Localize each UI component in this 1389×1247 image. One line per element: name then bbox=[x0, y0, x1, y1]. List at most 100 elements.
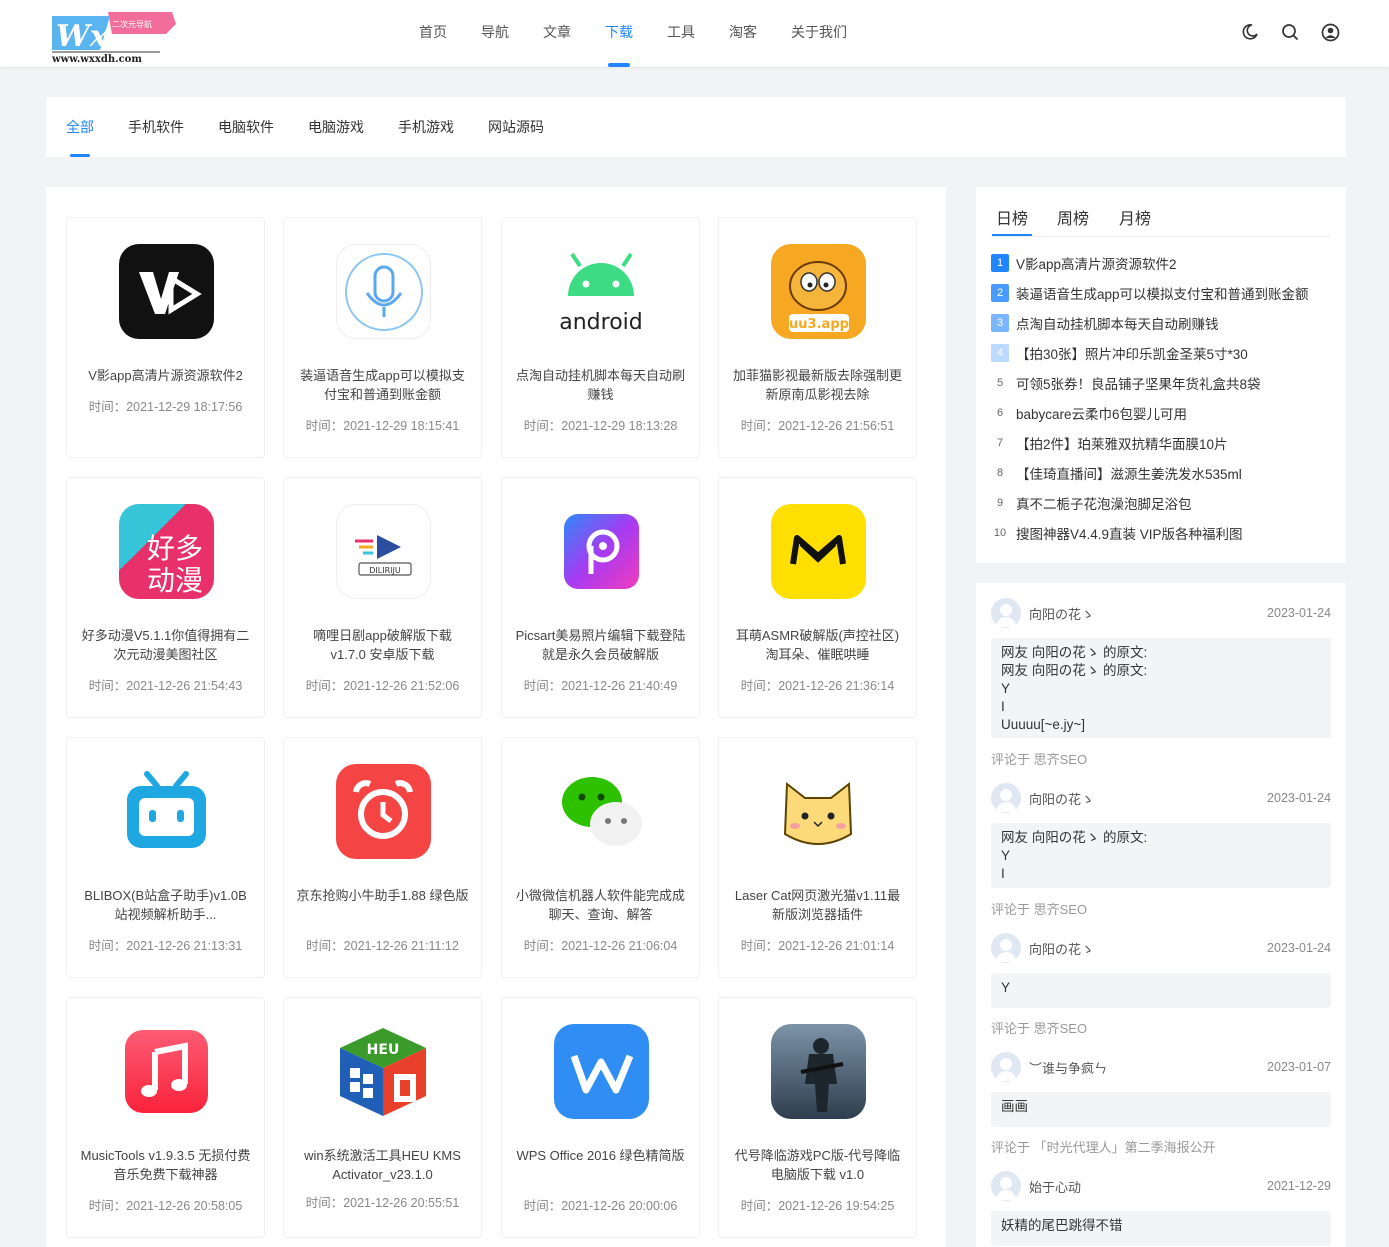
avatar[interactable] bbox=[991, 933, 1021, 963]
nav-navigation[interactable]: 导航 bbox=[464, 0, 526, 67]
main-nav: 首页 导航 文章 下载 工具 淘客 关于我们 bbox=[402, 0, 864, 67]
download-card[interactable]: 京东抢购小牛助手1.88 绿色版 时间：2021-12-26 21:11:12 bbox=[283, 737, 482, 978]
comment-date: 2023-01-24 bbox=[1267, 791, 1331, 805]
comment-header: 向阳の花ゝ 2023-01-24 bbox=[991, 598, 1331, 628]
download-card[interactable]: MusicTools v1.9.3.5 无损付费音乐免费下载神器 时间：2021… bbox=[66, 997, 265, 1238]
wechat-icon bbox=[554, 764, 649, 859]
wps-icon bbox=[554, 1024, 649, 1119]
svg-text:二次元导航: 二次元导航 bbox=[112, 19, 152, 29]
rank-item[interactable]: 10 搜图神器V4.4.9直装 VIP版各种福利图 bbox=[991, 523, 1243, 543]
nav-taoke[interactable]: 淘客 bbox=[712, 0, 774, 67]
comment-header: 始于心动 2021-12-29 bbox=[991, 1171, 1331, 1201]
recent-comments: 向阳の花ゝ 2023-01-24 网友 向阳の花ゝ 的原文: 网友 向阳の花ゝ … bbox=[976, 583, 1346, 1247]
download-card[interactable]: DILIRIJU 嘀哩日剧app破解版下载v1.7.0 安卓版下载 时间：202… bbox=[283, 477, 482, 718]
svg-text:www.wxxdh.com: www.wxxdh.com bbox=[51, 54, 142, 64]
tab-mobile-software[interactable]: 手机软件 bbox=[128, 97, 184, 157]
android-icon: android bbox=[554, 244, 649, 339]
picsart-icon bbox=[554, 504, 649, 599]
avatar[interactable] bbox=[991, 783, 1021, 813]
play-icon: DILIRIJU bbox=[336, 504, 431, 599]
site-header: Wxx 二次元导航 www.wxxdh.com 首页 导航 文章 下载 工具 淘… bbox=[0, 0, 1389, 67]
tab-pc-software[interactable]: 电脑软件 bbox=[218, 97, 274, 157]
rank-item[interactable]: 9 真不二栀子花泡澡泡脚足浴包 bbox=[991, 493, 1192, 513]
comment-author[interactable]: 始于心动 bbox=[1029, 1177, 1267, 1196]
soldier-icon bbox=[771, 1024, 866, 1119]
download-card[interactable]: WPS Office 2016 绿色精简版 时间：2021-12-26 20:0… bbox=[501, 997, 700, 1238]
svg-text:动漫: 动漫 bbox=[147, 564, 203, 597]
site-logo[interactable]: Wxx 二次元导航 www.wxxdh.com bbox=[50, 10, 180, 65]
rank-item[interactable]: 7 【拍2件】珀莱雅双抗精华面膜10片 bbox=[991, 433, 1228, 453]
comment-target[interactable]: 评论于 思齐SEO bbox=[991, 749, 1087, 768]
tab-weekly[interactable]: 周榜 bbox=[1057, 205, 1089, 229]
comment-author[interactable]: 向阳の花ゝ bbox=[1029, 789, 1267, 808]
rank-tabs: 日榜 周榜 月榜 bbox=[991, 187, 1331, 237]
download-card[interactable]: Laser Cat网页激光猫v1.11最新版浏览器插件 时间：2021-12-2… bbox=[718, 737, 917, 978]
rank-item[interactable]: 2 装逼语音生成app可以模拟支付宝和普通到账金额 bbox=[991, 283, 1309, 303]
search-icon[interactable] bbox=[1279, 21, 1301, 43]
heu-kms-icon: HEU bbox=[336, 1024, 431, 1119]
download-card[interactable]: uu3.app 加菲猫影视最新版去除强制更新原南瓜影视去除 时间：2021-12… bbox=[718, 217, 917, 458]
tab-mobile-games[interactable]: 手机游戏 bbox=[398, 97, 454, 157]
tab-daily[interactable]: 日榜 bbox=[991, 205, 1033, 236]
bilibili-icon bbox=[119, 764, 214, 859]
download-card[interactable]: BLIBOX(B站盒子助手)v1.0B站视频解析助手... 时间：2021-12… bbox=[66, 737, 265, 978]
rank-item[interactable]: 3 点淘自动挂机脚本每天自动刷赚钱 bbox=[991, 313, 1219, 333]
rank-item[interactable]: 1 V影app高清片源资源软件2 bbox=[991, 253, 1177, 273]
comment-target[interactable]: 评论于 思齐SEO bbox=[991, 1018, 1087, 1037]
download-card[interactable]: 耳萌ASMR破解版(声控社区)淘耳朵、催眠哄睡 时间：2021-12-26 21… bbox=[718, 477, 917, 718]
rank-item[interactable]: 6 babycare云柔巾6包婴儿可用 bbox=[991, 403, 1187, 423]
download-card[interactable]: android 点淘自动挂机脚本每天自动刷赚钱 时间：2021-12-29 18… bbox=[501, 217, 700, 458]
download-card[interactable]: 好多 动漫 好多动漫V5.1.1你值得拥有二次元动漫美图社区 时间：2021-12… bbox=[66, 477, 265, 718]
comment-date: 2023-01-07 bbox=[1267, 1060, 1331, 1074]
nav-articles[interactable]: 文章 bbox=[526, 0, 588, 67]
rank-item[interactable]: 4 【拍30张】照片冲印乐凯金圣莱5寸*30 bbox=[991, 343, 1248, 363]
download-card[interactable]: 小微微信机器人软件能完成成聊天、查询、解答 时间：2021-12-26 21:0… bbox=[501, 737, 700, 978]
avatar[interactable] bbox=[991, 598, 1021, 628]
download-card[interactable]: Picsart美易照片编辑下载登陆就是永久会员破解版 时间：2021-12-26… bbox=[501, 477, 700, 718]
comment-header: ︶谁与争疯ㄣ 2023-01-07 bbox=[991, 1052, 1331, 1082]
avatar[interactable] bbox=[991, 1171, 1021, 1201]
download-list: V影app高清片源资源软件2 时间：2021-12-29 18:17:56 装逼… bbox=[46, 187, 946, 1247]
svg-text:HEU: HEU bbox=[367, 1042, 400, 1058]
svg-text:DILIRIJU: DILIRIJU bbox=[369, 566, 401, 575]
comment-target[interactable]: 评论于 思齐SEO bbox=[991, 899, 1087, 918]
comment-body[interactable]: 网友 向阳の花ゝ 的原文: Y I bbox=[991, 823, 1331, 888]
comment-body[interactable]: 网友 向阳の花ゝ 的原文: 网友 向阳の花ゝ 的原文: Y I Uuuuu[~e… bbox=[991, 638, 1331, 738]
user-icon[interactable] bbox=[1319, 21, 1341, 43]
comment-date: 2023-01-24 bbox=[1267, 941, 1331, 955]
svg-text:android: android bbox=[559, 310, 643, 335]
comment-author[interactable]: 向阳の花ゝ bbox=[1029, 939, 1267, 958]
asmr-icon bbox=[771, 504, 866, 599]
category-tabs: 全部 手机软件 电脑软件 电脑游戏 手机游戏 网站源码 bbox=[46, 97, 1346, 157]
rank-panel: 日榜 周榜 月榜 1 V影app高清片源资源软件2 2 装逼语音生成app可以模拟支… bbox=[976, 187, 1346, 563]
microphone-icon bbox=[336, 244, 431, 339]
garfield-icon: uu3.app bbox=[771, 244, 866, 339]
nav-tools[interactable]: 工具 bbox=[650, 0, 712, 67]
comment-target[interactable]: 评论于 「时光代理人」第二季海报公开 bbox=[991, 1137, 1216, 1156]
anime-icon: 好多 动漫 bbox=[119, 504, 214, 599]
v-film-icon bbox=[119, 244, 214, 339]
tab-site-source[interactable]: 网站源码 bbox=[488, 97, 544, 157]
comment-author[interactable]: ︶谁与争疯ㄣ bbox=[1029, 1058, 1267, 1077]
nav-home[interactable]: 首页 bbox=[402, 0, 464, 67]
header-actions bbox=[1239, 21, 1341, 43]
download-card[interactable]: 代号降临游戏PC版-代号降临电脑版下载 v1.0 时间：2021-12-26 1… bbox=[718, 997, 917, 1238]
dark-mode-icon[interactable] bbox=[1239, 21, 1261, 43]
tab-monthly[interactable]: 月榜 bbox=[1119, 205, 1151, 229]
cat-icon bbox=[771, 764, 866, 859]
comment-body[interactable]: Y bbox=[991, 973, 1331, 1008]
avatar[interactable] bbox=[991, 1052, 1021, 1082]
nav-download[interactable]: 下载 bbox=[588, 0, 650, 67]
download-card[interactable]: 装逼语音生成app可以模拟支付宝和普通到账金额 时间：2021-12-29 18… bbox=[283, 217, 482, 458]
rank-item[interactable]: 5 可领5张券！良品铺子坚果年货礼盒共8袋 bbox=[991, 373, 1261, 393]
download-card[interactable]: HEU win系统激活工具HEU KMS Activator_v23.1.0 时… bbox=[283, 997, 482, 1238]
tab-all[interactable]: 全部 bbox=[66, 97, 94, 157]
comment-date: 2021-12-29 bbox=[1267, 1179, 1331, 1193]
tab-pc-games[interactable]: 电脑游戏 bbox=[308, 97, 364, 157]
download-card[interactable]: V影app高清片源资源软件2 时间：2021-12-29 18:17:56 bbox=[66, 217, 265, 458]
comment-body[interactable]: 画画 bbox=[991, 1092, 1331, 1127]
comment-author[interactable]: 向阳の花ゝ bbox=[1029, 604, 1267, 623]
rank-item[interactable]: 8 【佳琦直播间】滋源生姜洗发水535ml bbox=[991, 463, 1242, 483]
nav-about[interactable]: 关于我们 bbox=[774, 0, 864, 67]
comment-body[interactable]: 妖精的尾巴跳得不错 bbox=[991, 1211, 1331, 1246]
